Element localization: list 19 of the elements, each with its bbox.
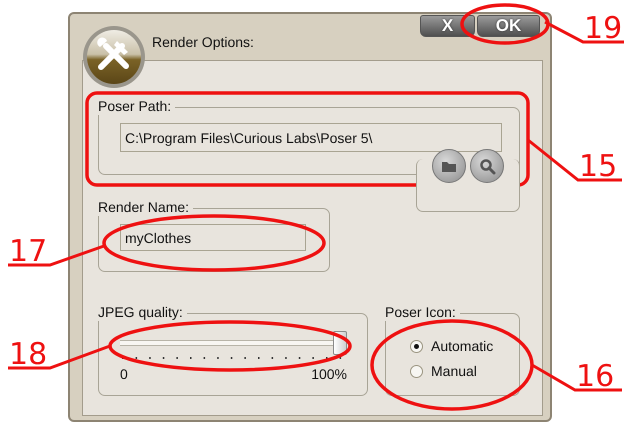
path-field[interactable]: C:\Program Files\Curious Labs\Poser 5\ [120, 123, 502, 152]
close-button[interactable]: X [420, 15, 475, 37]
radio-button[interactable] [410, 340, 423, 353]
dialog-title: Render Options: [152, 33, 254, 52]
radio-button[interactable] [410, 365, 423, 378]
search-button[interactable] [470, 149, 504, 183]
radio-label[interactable]: Automatic [431, 336, 494, 357]
slider-min-label: 0 [120, 365, 128, 384]
search-icon [478, 157, 496, 175]
ok-button[interactable]: OK [477, 15, 540, 37]
callout-number: 15 [579, 149, 618, 184]
callout-number: 16 [576, 359, 614, 394]
slider-max-label: 100% [311, 365, 347, 384]
render-name-field[interactable]: myClothes [120, 224, 306, 251]
callout-number: 17 [9, 234, 48, 269]
callout-number: 19 [584, 11, 622, 46]
callout-number: 18 [9, 337, 48, 372]
browse-button[interactable] [432, 149, 466, 183]
radio-label[interactable]: Manual [431, 361, 477, 382]
